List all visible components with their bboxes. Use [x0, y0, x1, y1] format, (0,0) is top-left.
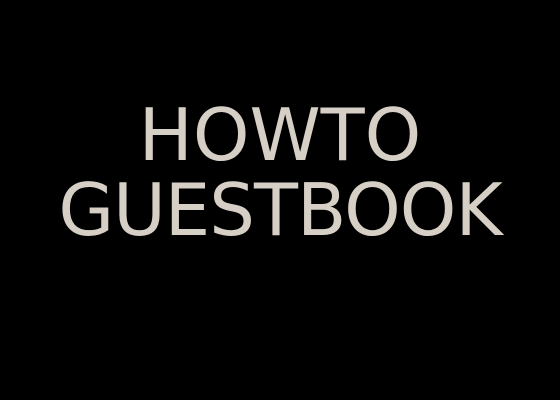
heading-line-2: GUESTBOOK: [58, 168, 502, 252]
title-screen: HOWTO GUESTBOOK: [0, 0, 560, 400]
heading-line-1: HOWTO: [138, 93, 422, 177]
